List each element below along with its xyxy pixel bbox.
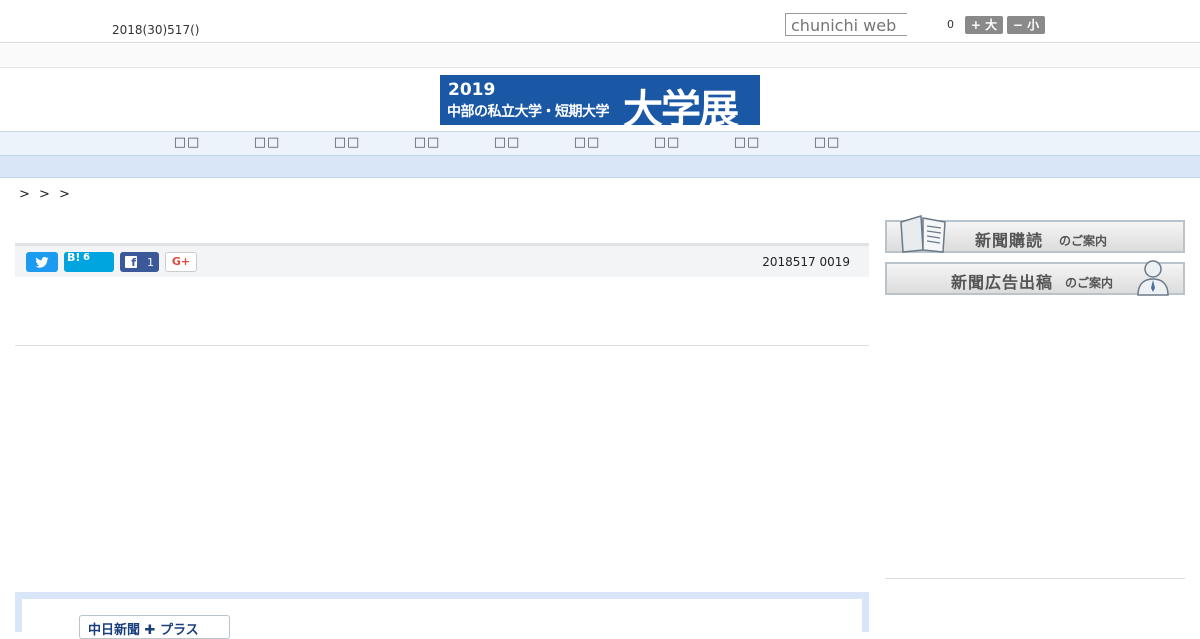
nav-item[interactable]: □□ bbox=[487, 135, 527, 150]
top-utility-bar: 2018(30)517() 0 + 大 − 小 bbox=[0, 0, 1200, 43]
nav-item[interactable]: □□ bbox=[807, 135, 847, 150]
event-banner[interactable]: 2019 中部の私立大学・短期大学 大学展 bbox=[440, 75, 760, 125]
banner-year: 2019 bbox=[448, 80, 496, 100]
share-bar: B! 6 f 1 G+ 2018517 0019 bbox=[15, 243, 869, 277]
nav-item[interactable]: □□ bbox=[407, 135, 447, 150]
facebook-count: 1 bbox=[147, 256, 154, 269]
subscription-guide-label: 新聞購読 bbox=[975, 231, 1044, 250]
facebook-share-button[interactable]: f 1 bbox=[120, 252, 159, 272]
person-icon bbox=[1137, 260, 1169, 296]
nav-item[interactable]: □□ bbox=[727, 135, 767, 150]
breadcrumb[interactable]: > > > bbox=[19, 187, 70, 202]
twitter-share-button[interactable] bbox=[26, 252, 58, 272]
nav-item[interactable]: □□ bbox=[247, 135, 287, 150]
counter: 0 bbox=[947, 18, 954, 31]
banner-subtitle: 中部の私立大学・短期大学 bbox=[447, 104, 610, 120]
subscription-guide-suffix: のご案内 bbox=[1059, 234, 1108, 248]
book-icon bbox=[900, 215, 946, 253]
chunichi-plus-logo[interactable]: 中日新聞 ✚ プラス bbox=[79, 615, 230, 639]
advertising-guide-label: 新聞広告出稿 bbox=[951, 273, 1054, 292]
current-date: 2018(30)517() bbox=[112, 23, 200, 37]
facebook-icon: f bbox=[125, 256, 137, 269]
nav-item[interactable]: □□ bbox=[167, 135, 207, 150]
hatena-count: 6 bbox=[83, 252, 90, 263]
nav-item[interactable]: □□ bbox=[327, 135, 367, 150]
banner-title: 大学展 bbox=[623, 87, 739, 125]
advertising-guide-button[interactable]: 新聞広告出稿 のご案内 bbox=[885, 260, 1185, 296]
font-size-decrease-button[interactable]: − 小 bbox=[1007, 16, 1045, 34]
search-input[interactable] bbox=[785, 13, 907, 36]
content-divider bbox=[15, 345, 869, 346]
main-nav: □□ □□ □□ □□ □□ □□ □□ □□ □□ bbox=[0, 131, 1200, 156]
nav-item[interactable]: □□ bbox=[567, 135, 607, 150]
sub-nav bbox=[0, 156, 1200, 178]
posted-timestamp: 2018517 0019 bbox=[762, 255, 850, 269]
sub-header-bar bbox=[0, 44, 1200, 68]
google-plus-button[interactable]: G+ bbox=[165, 252, 197, 272]
sidebar-divider bbox=[885, 578, 1185, 579]
nav-item[interactable]: □□ bbox=[647, 135, 687, 150]
font-size-increase-button[interactable]: + 大 bbox=[965, 16, 1003, 34]
promo-box: 中日新聞 ✚ プラス bbox=[15, 592, 869, 639]
hatena-bookmark-button[interactable]: B! 6 bbox=[64, 251, 114, 272]
subscription-guide-button[interactable]: 新聞購読 のご案内 bbox=[885, 215, 1185, 253]
hatena-icon: B! bbox=[67, 251, 81, 264]
advertising-guide-suffix: のご案内 bbox=[1065, 276, 1114, 290]
promo-inner: 中日新聞 ✚ プラス bbox=[22, 599, 862, 639]
twitter-icon bbox=[35, 257, 49, 268]
